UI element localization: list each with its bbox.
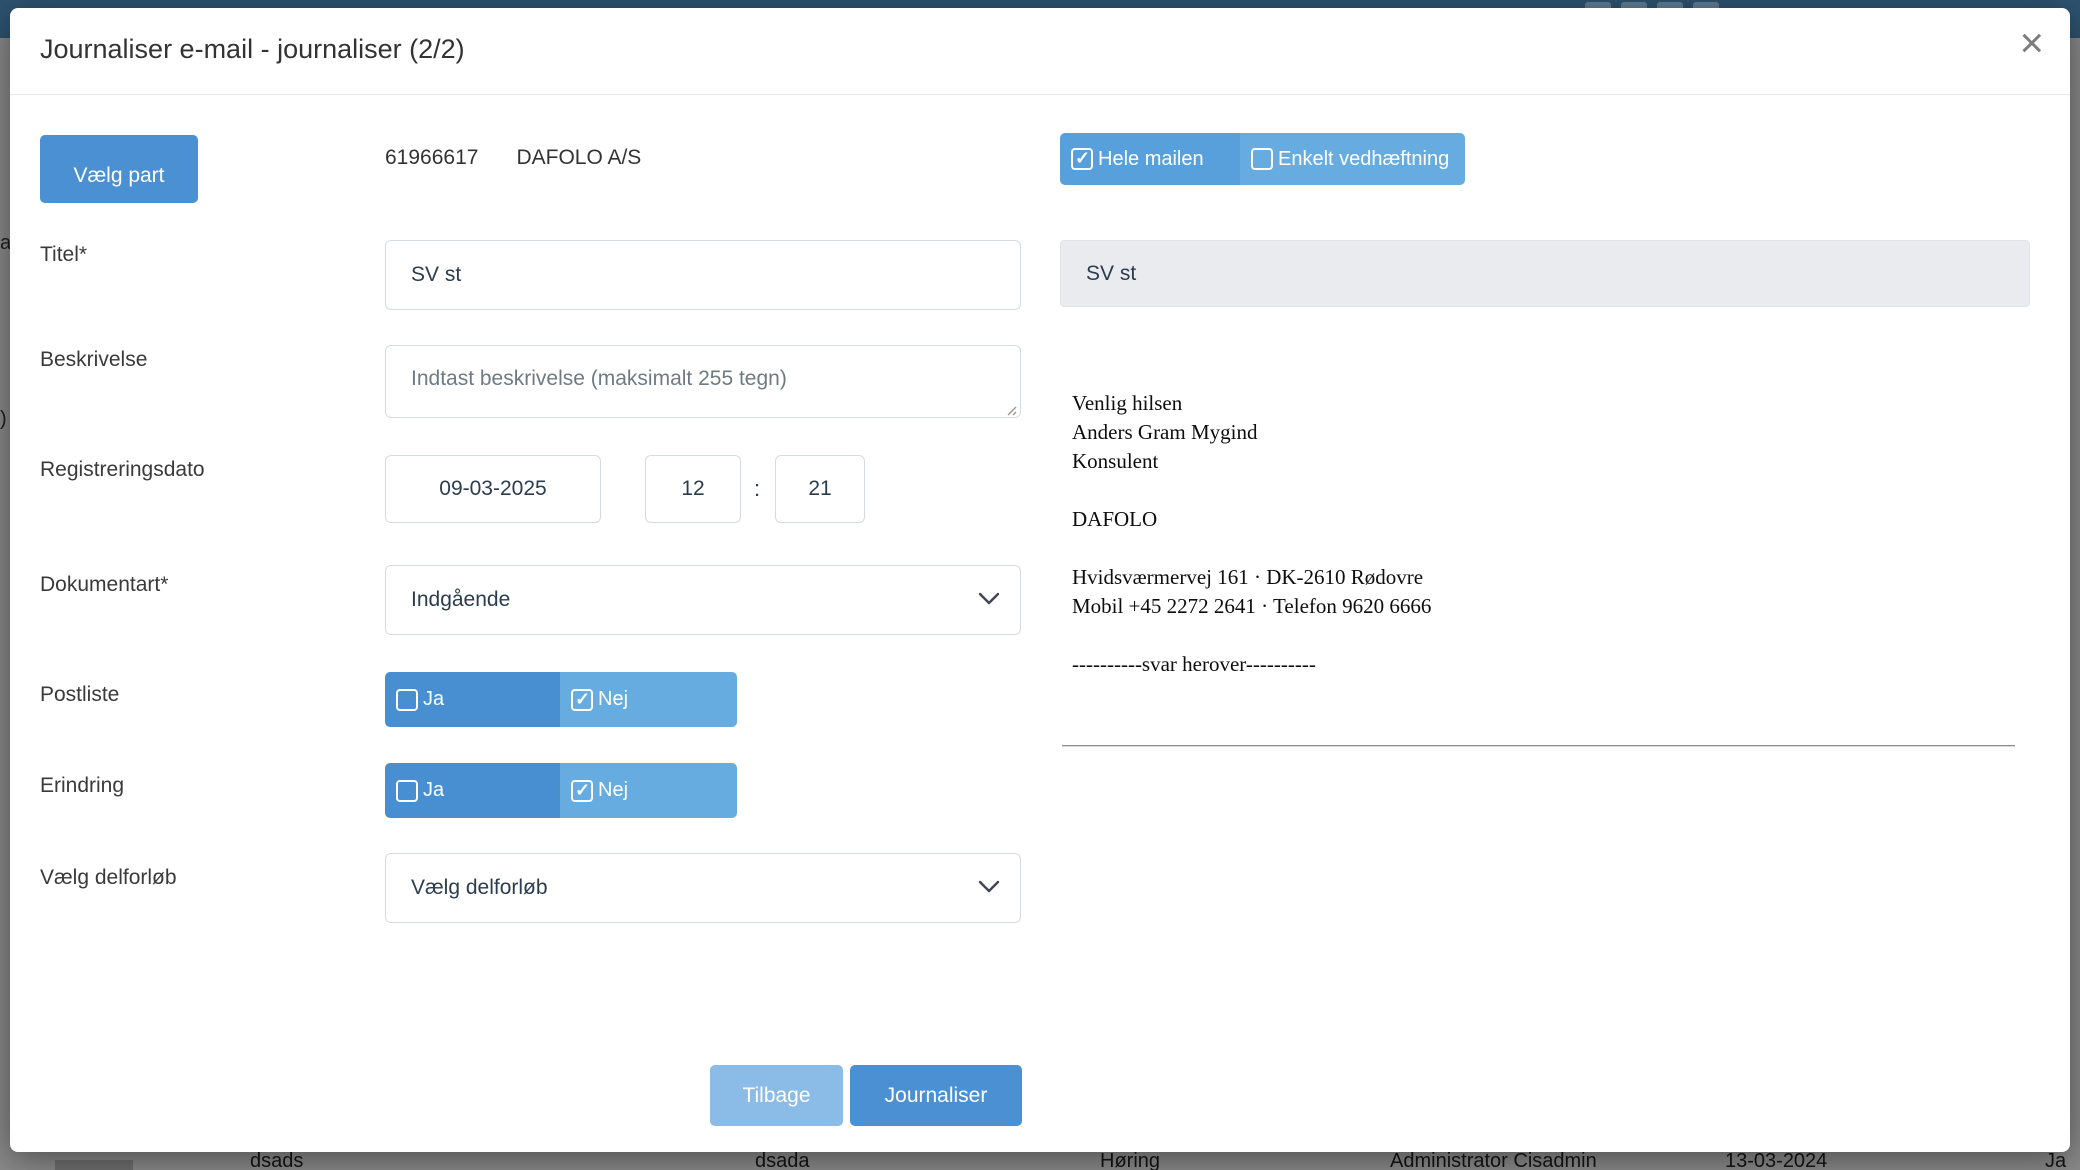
modal-header: Journaliser e-mail - journaliser (2/2) × [10,8,2070,95]
mail-line [1072,621,2022,650]
background-cell: 13-03-2024 [1725,1150,1827,1170]
reminder-no-option[interactable]: Nej [560,763,737,818]
whole-mail-option[interactable]: Hele mailen [1060,133,1240,185]
single-attachment-option[interactable]: Enkelt vedhæftning [1240,133,1465,185]
sub-process-select[interactable]: Vælg delforløb [385,853,1021,923]
checkbox-unchecked-icon [396,780,418,802]
mail-line: DAFOLO [1072,505,2022,534]
reminder-yes-label: Ja [423,779,444,802]
mail-line: Hvidsværmervej 161 · DK-2610 Rødovre [1072,563,2022,592]
reminder-yes-option[interactable]: Ja [385,763,560,818]
chevron-down-icon [978,880,1000,894]
document-type-select[interactable]: Indgående [385,565,1021,635]
checkbox-checked-icon [571,689,593,711]
document-type-value: Indgående [411,588,510,612]
back-button[interactable]: Tilbage [710,1065,843,1126]
post-list-yes-label: Ja [423,688,444,711]
registration-date-label: Registreringsdato [40,458,205,482]
checkbox-unchecked-icon [396,689,418,711]
checkbox-checked-icon [1071,148,1093,170]
description-label: Beskrivelse [40,348,147,372]
party-info: 61966617 DAFOLO A/S [385,146,641,170]
background-chip [55,1160,133,1170]
background-cell: dsads [250,1150,303,1170]
hour-input[interactable] [645,455,741,523]
minute-input[interactable] [775,455,865,523]
sub-process-value: Vælg delforløb [411,876,548,900]
title-label: Titel* [40,243,87,267]
attachment-scope-toggle: Hele mailen Enkelt vedhæftning [1060,133,1465,185]
background-cell: Høring [1100,1150,1160,1170]
checkbox-unchecked-icon [1251,148,1273,170]
whole-mail-label: Hele mailen [1098,148,1204,171]
checkbox-checked-icon [571,780,593,802]
mail-line [1072,476,2022,505]
modal-title: Journaliser e-mail - journaliser (2/2) [40,34,465,65]
background-cell: Ja [2045,1150,2066,1170]
party-number: 61966617 [385,146,478,169]
date-input[interactable] [385,455,601,523]
post-list-no-label: Nej [598,688,628,711]
close-icon[interactable]: × [2019,22,2044,64]
title-input[interactable] [385,240,1021,310]
mail-line: ----------svar herover---------- [1072,650,2022,679]
mail-line: Konsulent [1072,447,2022,476]
time-separator: : [754,476,760,502]
mail-line [1072,534,2022,563]
chevron-down-icon [978,592,1000,606]
mail-line: Venlig hilsen [1072,389,2022,418]
background-clipped-text: a [0,232,10,258]
document-type-label: Dokumentart* [40,573,168,597]
reminder-label: Erindring [40,774,124,798]
post-list-yes-option[interactable]: Ja [385,672,560,727]
journalise-email-modal: Journaliser e-mail - journaliser (2/2) ×… [10,8,2070,1152]
background-cell: dsada [755,1150,810,1170]
mail-line: Mobil +45 2272 2641 · Telefon 9620 6666 [1072,592,2022,621]
select-party-button[interactable]: Vælg part [40,135,198,203]
post-list-toggle: Ja Nej [385,672,737,727]
mail-preview-subject: SV st [1060,240,2030,307]
mail-divider [1062,745,2015,747]
post-list-label: Postliste [40,683,119,707]
background-cell: Administrator Cisadmin [1390,1150,1597,1170]
mail-preview-body: Venlig hilsen Anders Gram Mygind Konsule… [1072,389,2022,679]
description-textarea[interactable] [385,345,1021,418]
single-attachment-label: Enkelt vedhæftning [1278,148,1449,171]
mail-line: Anders Gram Mygind [1072,418,2022,447]
reminder-toggle: Ja Nej [385,763,737,818]
party-name: DAFOLO A/S [516,146,641,169]
journalise-button[interactable]: Journaliser [850,1065,1022,1126]
sub-process-label: Vælg delforløb [40,866,177,890]
screen: a ) dsads dsada Høring Administrator Cis… [0,0,2080,1170]
post-list-no-option[interactable]: Nej [560,672,737,727]
reminder-no-label: Nej [598,779,628,802]
background-clipped-text: ) [0,408,10,434]
